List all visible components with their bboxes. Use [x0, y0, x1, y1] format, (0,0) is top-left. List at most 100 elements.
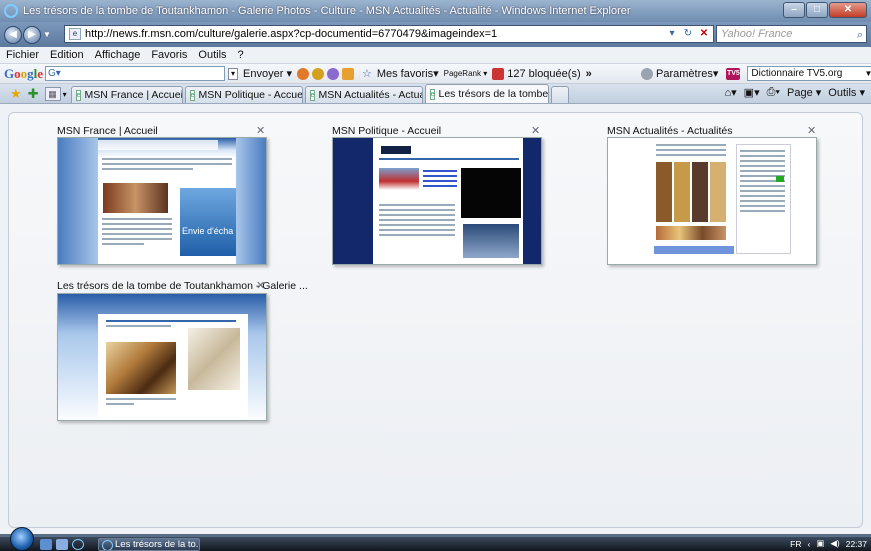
popup-blocker-icon — [492, 67, 505, 80]
tab-label: MSN Actualités - Actualités — [318, 89, 421, 101]
taskbar: Les trésors de la to... FR ‹ ▣ ◀) 22:37 — [0, 527, 871, 551]
system-tray: FR ‹ ▣ ◀) 22:37 — [784, 538, 867, 549]
address-row: ◀ ▶ ▼ e http://news.fr.msn.com/culture/g… — [0, 22, 871, 47]
tray-expand-icon[interactable]: ‹ — [807, 539, 810, 549]
tab-msn-actualites[interactable]: e MSN Actualités - Actualités — [304, 86, 423, 103]
quick-tabs-view: MSN France | Accueil ✕ Envie d'écha MSN … — [0, 104, 871, 534]
quick-tab-thumbnail-tresors-toutankhamon[interactable] — [57, 293, 267, 421]
window-title-bar: Les trésors de la tombe de Toutankhamon … — [0, 0, 871, 22]
volume-icon[interactable]: ◀) — [830, 538, 839, 549]
page-preview-lines — [106, 398, 176, 408]
quick-launch — [40, 538, 88, 550]
menu-outils[interactable]: Outils — [198, 49, 226, 61]
menu-edition[interactable]: Edition — [50, 49, 84, 61]
quick-tab-thumbnail-msn-actualites[interactable] — [607, 137, 817, 265]
more-tools-chevron[interactable]: » — [586, 68, 592, 80]
forward-button[interactable]: ▶ — [23, 25, 41, 44]
close-quick-tab-icon[interactable]: ✕ — [531, 124, 540, 137]
bookmark-icon[interactable] — [341, 67, 354, 80]
page-preview-decor — [58, 138, 98, 264]
page-preview-decor — [98, 140, 218, 150]
refresh-icon[interactable]: ↻ — [681, 27, 695, 41]
recent-pages-dropdown-icon[interactable]: ▼ — [43, 30, 53, 39]
command-bar: ⌂▾ ▣▾ ⎙▾ Page ▾ Outils ▾ — [718, 86, 866, 99]
home-icon[interactable]: ⌂▾ — [725, 86, 737, 99]
address-bar[interactable]: e http://news.fr.msn.com/culture/galerie… — [64, 25, 714, 43]
translate-icon[interactable] — [296, 67, 309, 80]
minimize-button[interactable]: – — [783, 2, 805, 18]
network-icon[interactable]: ▣ — [816, 538, 824, 549]
add-favorites-icon[interactable]: ✚ — [28, 85, 39, 103]
close-quick-tab-icon[interactable]: ✕ — [807, 124, 816, 137]
start-button[interactable] — [10, 527, 34, 551]
quick-tabs-icon[interactable]: ▦ — [44, 87, 61, 101]
address-dropdown-icon[interactable]: ▾ — [665, 27, 679, 41]
close-window-button[interactable]: ✕ — [829, 2, 867, 18]
menu-affichage[interactable]: Affichage — [95, 49, 141, 61]
switch-windows-icon[interactable] — [56, 538, 68, 550]
menu-favoris[interactable]: Favoris — [151, 49, 187, 61]
toolbar-tools-icons[interactable] — [296, 67, 357, 80]
new-tab-button[interactable] — [550, 86, 569, 103]
quick-tab-title: MSN Politique - Accueil — [332, 125, 442, 137]
page-preview-ad: Envie d'écha — [180, 188, 236, 256]
tab-list-dropdown-icon[interactable]: ▾ — [63, 90, 67, 99]
google-search-dropdown-icon[interactable]: ▾ — [228, 67, 239, 80]
popup-blocked-count: 127 bloquée(s) — [507, 67, 581, 80]
back-button[interactable]: ◀ — [4, 25, 22, 44]
page-menu-button[interactable]: Page ▾ — [787, 86, 821, 99]
ie-quicklaunch-icon[interactable] — [72, 538, 84, 550]
show-desktop-icon[interactable] — [40, 538, 52, 550]
tab-msn-france[interactable]: e MSN France | Accueil — [70, 86, 183, 103]
parametres-button[interactable]: Paramètres▾ — [641, 67, 718, 80]
favorites-star-icon[interactable]: ☆ — [362, 67, 372, 80]
page-icon: e — [69, 28, 81, 40]
stop-icon[interactable]: ✕ — [697, 27, 711, 41]
page-preview-decor — [776, 176, 784, 182]
chevron-down-icon[interactable]: ▼ — [864, 67, 871, 80]
print-icon[interactable]: ⎙▾ — [767, 86, 780, 99]
page-preview-lines — [102, 158, 232, 173]
menu-fichier[interactable]: Fichier — [6, 49, 39, 61]
quick-tab-thumbnail-msn-politique[interactable] — [332, 137, 542, 265]
envoyer-button[interactable]: Envoyer ▾ — [243, 67, 292, 80]
close-quick-tab-icon[interactable]: ✕ — [256, 279, 265, 292]
page-icon: e — [429, 88, 436, 100]
outils-menu-button[interactable]: Outils ▾ — [828, 86, 865, 99]
maximize-button[interactable]: □ — [806, 2, 828, 18]
favorites-center-icon[interactable]: ★ — [10, 85, 22, 103]
dictionnaire-label: Dictionnaire TV5.org — [751, 68, 843, 79]
feeds-icon[interactable]: ▣▾ — [744, 86, 760, 99]
menu-help[interactable]: ? — [238, 49, 244, 61]
clock[interactable]: 22:37 — [846, 539, 867, 549]
tab-label: MSN Politique - Accueil — [198, 89, 303, 101]
page-icon: e — [189, 89, 196, 101]
pagerank-button[interactable]: PageRank ▾ — [444, 69, 488, 78]
taskbar-ie-window[interactable]: Les trésors de la to... — [98, 537, 200, 551]
page-preview-lines — [379, 158, 519, 163]
close-quick-tab-icon[interactable]: ✕ — [256, 124, 265, 137]
page-preview-lines — [379, 204, 455, 239]
dictionnaire-select[interactable]: Dictionnaire TV5.org ▼ — [747, 66, 871, 81]
quick-tab-title: MSN Actualités - Actualités — [607, 125, 733, 137]
tab-msn-politique[interactable]: e MSN Politique - Accueil — [184, 86, 303, 103]
search-input[interactable]: Yahoo! France ⌕ — [716, 25, 867, 43]
page-preview-lines — [423, 170, 457, 190]
search-placeholder: Yahoo! France — [721, 28, 793, 40]
language-indicator[interactable]: FR — [790, 539, 801, 549]
quick-tab-title: MSN France | Accueil — [57, 125, 158, 137]
google-search-input[interactable]: G▾ — [45, 66, 226, 81]
search-icon[interactable]: ⌕ — [857, 27, 863, 43]
popup-blocker-button[interactable]: 127 bloquée(s) — [492, 67, 581, 80]
autofill-icon[interactable] — [326, 67, 339, 80]
tab-tresors-toutankhamon[interactable]: e Les trésors de la tombe ... ✕ — [424, 84, 549, 103]
spellcheck-icon[interactable] — [311, 67, 324, 80]
quick-tab-thumbnail-msn-france[interactable]: Envie d'écha — [57, 137, 267, 265]
window-title: Les trésors de la tombe de Toutankhamon … — [23, 5, 631, 17]
tab-label: Les trésors de la tombe ... — [438, 88, 549, 100]
quick-tabs-panel: MSN France | Accueil ✕ Envie d'écha MSN … — [8, 112, 863, 528]
menu-bar: Fichier Edition Affichage Favoris Outils… — [0, 47, 871, 64]
mes-favoris-button[interactable]: Mes favoris▾ — [377, 67, 439, 80]
address-url[interactable]: http://news.fr.msn.com/culture/galerie.a… — [85, 28, 497, 40]
tab-bar: ★ ✚ ▦ ▾ e MSN France | Accueil e MSN Pol… — [0, 84, 871, 104]
